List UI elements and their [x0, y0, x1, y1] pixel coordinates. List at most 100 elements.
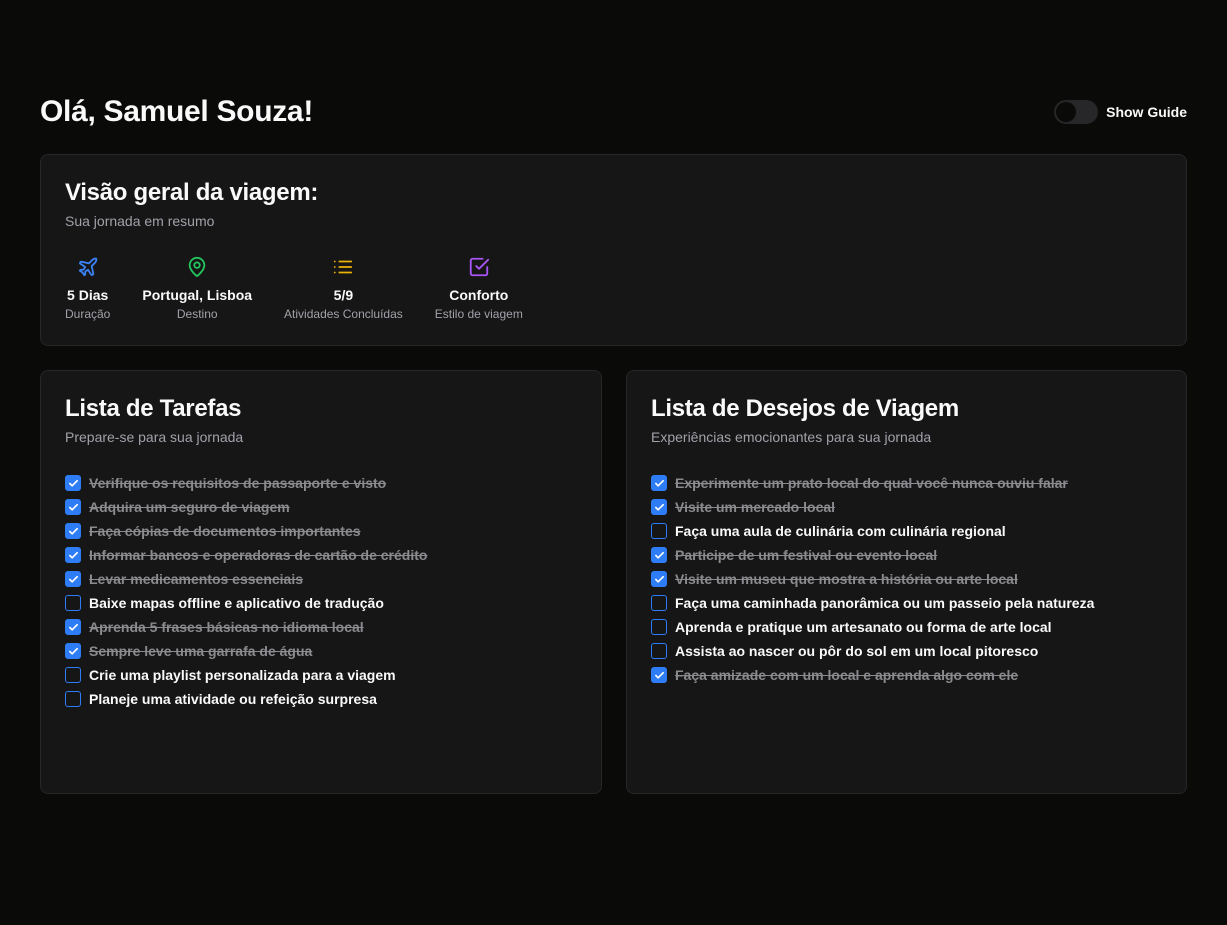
check-icon	[654, 479, 664, 487]
check-icon	[68, 503, 78, 511]
wish-checkbox[interactable]	[651, 667, 667, 683]
check-icon	[68, 623, 78, 631]
toggle-knob	[1056, 102, 1077, 122]
task-item[interactable]: Baixe mapas offline e aplicativo de trad…	[65, 591, 577, 615]
wish-item[interactable]: Faça uma caminhada panorâmica ou um pass…	[651, 591, 1162, 615]
task-label: Verifique os requisitos de passaporte e …	[89, 475, 387, 491]
check-square-icon	[467, 255, 491, 279]
task-item[interactable]: Adquira um seguro de viagem	[65, 495, 577, 519]
task-checkbox[interactable]	[65, 571, 81, 587]
task-item[interactable]: Levar medicamentos essenciais	[65, 567, 577, 591]
task-list-title: Lista de Tarefas	[65, 395, 242, 422]
wish-checkbox[interactable]	[651, 499, 667, 515]
task-checkbox[interactable]	[65, 475, 81, 491]
check-icon	[654, 551, 664, 559]
wish-checkbox[interactable]	[651, 595, 667, 611]
wish-list-subtitle: Experiências emocionantes para sua jorna…	[651, 429, 932, 445]
trip-overview-card: Visão geral da viagem: Sua jornada em re…	[40, 154, 1187, 346]
wish-label: Assista ao nascer ou pôr do sol em um lo…	[675, 643, 1039, 659]
task-list-card: Lista de Tarefas Prepare-se para sua jor…	[40, 370, 602, 794]
check-icon	[68, 575, 78, 583]
task-label: Faça cópias de documentos importantes	[89, 523, 361, 539]
task-item[interactable]: Faça cópias de documentos importantes	[65, 519, 577, 543]
wish-item[interactable]: Visite um museu que mostra a história ou…	[651, 567, 1162, 591]
task-checkbox[interactable]	[65, 691, 81, 707]
task-item[interactable]: Sempre leve uma garrafa de água	[65, 639, 577, 663]
wish-checkbox[interactable]	[651, 571, 667, 587]
show-guide-label: Show Guide	[1106, 104, 1187, 120]
task-checkbox[interactable]	[65, 523, 81, 539]
wish-list-card: Lista de Desejos de Viagem Experiências …	[626, 370, 1187, 794]
task-list-subtitle: Prepare-se para sua jornada	[65, 429, 244, 445]
task-label: Informar bancos e operadoras de cartão d…	[89, 547, 428, 563]
stat-destination: Portugal, Lisboa Destino	[142, 255, 252, 321]
task-checkbox[interactable]	[65, 643, 81, 659]
task-item[interactable]: Planeje uma atividade ou refeição surpre…	[65, 687, 577, 711]
overview-subtitle: Sua jornada em resumo	[65, 213, 215, 229]
check-icon	[654, 575, 664, 583]
page-title: Olá, Samuel Souza!	[40, 95, 314, 128]
wish-checkbox[interactable]	[651, 547, 667, 563]
task-checkbox[interactable]	[65, 667, 81, 683]
task-label: Aprenda 5 frases básicas no idioma local	[89, 619, 364, 635]
stat-duration-label: Duração	[65, 307, 111, 321]
wish-item[interactable]: Aprenda e pratique um artesanato ou form…	[651, 615, 1162, 639]
task-checkbox[interactable]	[65, 499, 81, 515]
wish-label: Aprenda e pratique um artesanato ou form…	[675, 619, 1052, 635]
check-icon	[654, 503, 664, 511]
task-label: Crie uma playlist personalizada para a v…	[89, 667, 396, 683]
stat-destination-label: Destino	[176, 307, 218, 321]
task-item[interactable]: Crie uma playlist personalizada para a v…	[65, 663, 577, 687]
check-icon	[654, 671, 664, 679]
stat-destination-value: Portugal, Lisboa	[142, 287, 253, 303]
check-icon	[68, 647, 78, 655]
stat-duration: 5 Dias Duração	[65, 255, 110, 321]
wish-item[interactable]: Participe de um festival ou evento local	[651, 543, 1162, 567]
wish-item[interactable]: Assista ao nascer ou pôr do sol em um lo…	[651, 639, 1162, 663]
wish-checkbox[interactable]	[651, 523, 667, 539]
task-item[interactable]: Verifique os requisitos de passaporte e …	[65, 471, 577, 495]
task-label: Sempre leve uma garrafa de água	[89, 643, 313, 659]
overview-stats: 5 Dias Duração Portugal, Lisboa Destino	[65, 255, 1162, 321]
stat-activities-label: Atividades Concluídas	[284, 307, 403, 321]
wish-item[interactable]: Visite um mercado local	[651, 495, 1162, 519]
wish-item[interactable]: Faça amizade com um local e aprenda algo…	[651, 663, 1162, 687]
task-checkbox[interactable]	[65, 547, 81, 563]
page-header: Olá, Samuel Souza! Show Guide	[40, 92, 1187, 132]
task-checkbox[interactable]	[65, 595, 81, 611]
wish-label: Faça uma caminhada panorâmica ou um pass…	[675, 595, 1095, 611]
wish-label: Experimente um prato local do qual você …	[675, 475, 1068, 491]
wish-label: Participe de um festival ou evento local	[675, 547, 938, 563]
task-label: Planeje uma atividade ou refeição surpre…	[89, 691, 377, 707]
task-list: Verifique os requisitos de passaporte e …	[65, 471, 577, 711]
stat-travel-style-value: Conforto	[449, 287, 509, 303]
check-icon	[68, 527, 78, 535]
stat-travel-style: Conforto Estilo de viagem	[435, 255, 523, 321]
wish-label: Visite um mercado local	[675, 499, 836, 515]
task-label: Baixe mapas offline e aplicativo de trad…	[89, 595, 384, 611]
show-guide-toggle[interactable]	[1054, 100, 1099, 124]
overview-title: Visão geral da viagem:	[65, 179, 319, 206]
list-icon	[331, 255, 355, 279]
check-icon	[68, 551, 78, 559]
task-item[interactable]: Aprenda 5 frases básicas no idioma local	[65, 615, 577, 639]
stat-travel-style-label: Estilo de viagem	[434, 307, 523, 321]
task-item[interactable]: Informar bancos e operadoras de cartão d…	[65, 543, 577, 567]
wish-label: Faça uma aula de culinária com culinária…	[675, 523, 1006, 539]
wish-checkbox[interactable]	[651, 643, 667, 659]
stat-activities: 5/9 Atividades Concluídas	[284, 255, 403, 321]
check-icon	[68, 479, 78, 487]
wish-list: Experimente um prato local do qual você …	[651, 471, 1162, 687]
task-checkbox[interactable]	[65, 619, 81, 635]
wish-checkbox[interactable]	[651, 475, 667, 491]
app-root: Olá, Samuel Souza! Show Guide Visão gera…	[0, 0, 1227, 925]
wish-list-title: Lista de Desejos de Viagem	[651, 395, 959, 422]
show-guide-control[interactable]: Show Guide	[1054, 100, 1187, 124]
task-label: Adquira um seguro de viagem	[89, 499, 290, 515]
wish-item[interactable]: Faça uma aula de culinária com culinária…	[651, 519, 1162, 543]
stat-activities-value: 5/9	[333, 287, 354, 303]
wish-item[interactable]: Experimente um prato local do qual você …	[651, 471, 1162, 495]
wish-checkbox[interactable]	[651, 619, 667, 635]
stat-duration-value: 5 Dias	[67, 287, 109, 303]
task-label: Levar medicamentos essenciais	[89, 571, 304, 587]
